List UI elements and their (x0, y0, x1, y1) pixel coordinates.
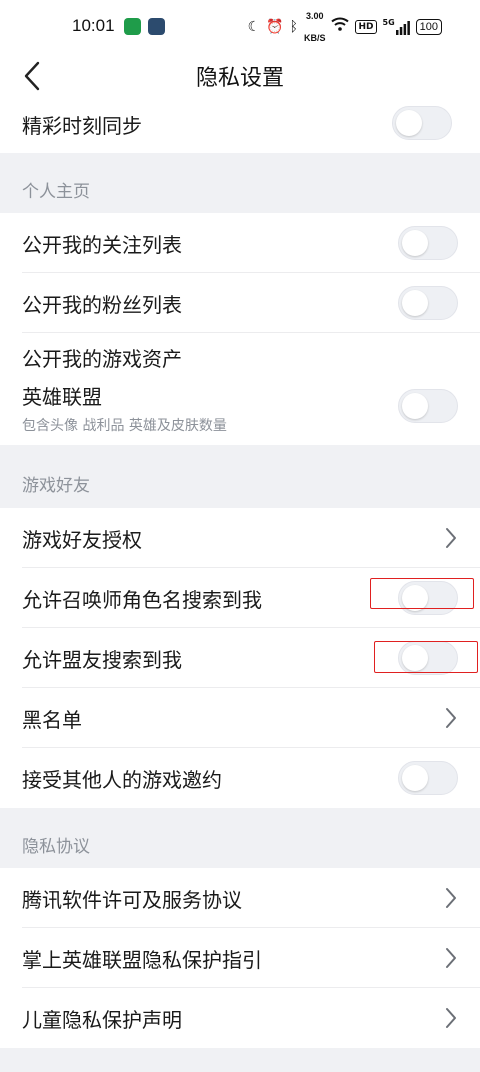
row-highlight-sync: 精彩时刻同步 (0, 100, 480, 153)
section-label: 游戏好友 (22, 476, 90, 496)
fans-list-toggle[interactable] (398, 286, 458, 320)
section-header-privacy: 隐私协议 (0, 808, 480, 868)
row-label: 公开我的关注列表 (22, 233, 182, 257)
chevron-right-icon (446, 888, 456, 908)
net-speed: 3.00 KB/S (304, 5, 326, 49)
signal-icon: 5G (383, 19, 410, 35)
row-label: 公开我的游戏资产 (22, 347, 182, 371)
highlight-sync-toggle[interactable] (392, 106, 452, 140)
toggle-knob (402, 765, 428, 791)
row-summoner-search: 允许召唤师角色名搜索到我 (0, 568, 480, 628)
chevron-right-icon (446, 708, 456, 728)
alarm-icon: ⏰ (266, 19, 284, 35)
chevron-right-icon (446, 528, 456, 548)
row-tencent-license[interactable]: 腾讯软件许可及服务协议 (0, 868, 480, 928)
row-child-privacy[interactable]: 儿童隐私保护声明 (0, 988, 480, 1048)
row-label: 允许盟友搜索到我 (22, 648, 182, 672)
settings-list: 精彩时刻同步 个人主页 公开我的关注列表 公开我的粉丝列表 公开我的游戏资产 英… (0, 100, 480, 1048)
row-accept-invite: 接受其他人的游戏邀约 (0, 748, 480, 808)
nav-bar: 隐私设置 (0, 52, 480, 100)
row-label: 黑名单 (22, 708, 82, 732)
toggle-knob (396, 110, 422, 136)
row-description: 包含头像 战利品 英雄及皮肤数量 (22, 418, 227, 434)
row-label: 掌上英雄联盟隐私保护指引 (22, 948, 262, 972)
row-game-assets: 公开我的游戏资产 英雄联盟 包含头像 战利品 英雄及皮肤数量 (0, 333, 480, 445)
row-label: 公开我的粉丝列表 (22, 293, 182, 317)
accept-invite-toggle[interactable] (398, 761, 458, 795)
bluetooth-icon: ᛒ (289, 19, 298, 35)
section-label: 个人主页 (22, 182, 90, 202)
status-icons: ☾ ⏰ ᛒ 3.00 KB/S HD 5G 100 (247, 11, 442, 43)
moon-icon: ☾ (247, 19, 261, 35)
section-header-profile: 个人主页 (0, 153, 480, 213)
row-label: 精彩时刻同步 (22, 114, 142, 138)
row-privacy-guide[interactable]: 掌上英雄联盟隐私保护指引 (0, 928, 480, 988)
row-blacklist[interactable]: 黑名单 (0, 688, 480, 748)
row-label: 接受其他人的游戏邀约 (22, 768, 222, 792)
row-label: 允许召唤师角色名搜索到我 (22, 588, 262, 612)
toggle-knob (402, 393, 428, 419)
toggle-knob (402, 230, 428, 256)
section-header-game-friends: 游戏好友 (0, 445, 480, 508)
row-label: 腾讯软件许可及服务协议 (22, 888, 242, 912)
row-label: 游戏好友授权 (22, 528, 142, 552)
red-highlight-box (370, 578, 474, 609)
row-label: 儿童隐私保护声明 (22, 1008, 182, 1032)
row-sublabel-lol: 英雄联盟 (22, 385, 102, 409)
battery-icon: 100 (415, 19, 442, 35)
red-highlight-box (374, 641, 478, 673)
net-speed-unit: KB/S (303, 33, 326, 43)
hd-badge: HD (355, 20, 377, 34)
wifi-icon (331, 16, 350, 38)
section-label: 隐私协议 (22, 837, 90, 857)
row-fans-list: 公开我的粉丝列表 (0, 273, 480, 333)
status-time: 10:01 (72, 16, 115, 35)
follow-list-toggle[interactable] (398, 226, 458, 260)
net-speed-value: 3.00 (305, 11, 324, 21)
status-bar: 10:01 ☾ ⏰ ᛒ 3.00 KB/S HD 5G 100 (0, 0, 480, 52)
page-title: 隐私设置 (195, 66, 284, 91)
chevron-right-icon (446, 948, 456, 968)
row-follow-list: 公开我的关注列表 (0, 213, 480, 273)
row-friend-auth[interactable]: 游戏好友授权 (0, 508, 480, 568)
notification-app-icon (148, 18, 165, 35)
oppo-app-icon (124, 18, 141, 35)
row-ally-search: 允许盟友搜索到我 (0, 628, 480, 688)
toggle-knob (402, 290, 428, 316)
lol-assets-toggle[interactable] (398, 389, 458, 423)
network-type: 5G (382, 18, 395, 27)
chevron-right-icon (446, 1008, 456, 1028)
